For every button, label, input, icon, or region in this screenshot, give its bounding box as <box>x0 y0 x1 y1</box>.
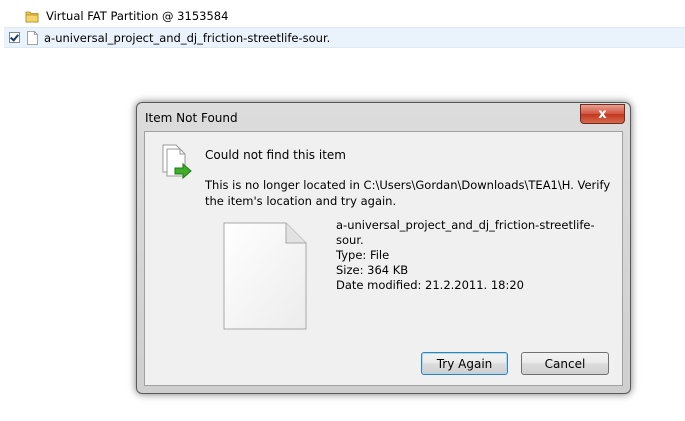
document-icon <box>223 222 307 330</box>
folder-icon <box>25 11 39 22</box>
document-arrow-icon <box>162 144 192 180</box>
dialog-content: Could not find this item This is no long… <box>144 131 623 386</box>
detail-file-name: a-universal_project_and_dj_friction-stre… <box>336 218 595 247</box>
dialog-titlebar[interactable]: Item Not Found x <box>137 103 630 133</box>
file-label: a-universal_project_and_dj_friction-stre… <box>44 30 331 45</box>
close-button[interactable]: x <box>580 104 625 124</box>
dialog-title: Item Not Found <box>145 111 238 125</box>
dialog-heading: Could not find this item <box>205 148 346 162</box>
try-again-button[interactable]: Try Again <box>421 352 508 375</box>
item-not-found-dialog: Item Not Found x Could not find this ite… <box>136 102 631 394</box>
detail-type: Type: File <box>336 248 390 262</box>
dialog-message: This is no longer located in C:\Users\Go… <box>205 178 611 208</box>
folder-label: Virtual FAT Partition @ 3153584 <box>46 9 229 23</box>
detail-date-modified: Date modified: 21.2.2011. 18:20 <box>336 278 525 292</box>
document-icon <box>27 30 38 45</box>
file-row[interactable]: a-universal_project_and_dj_friction-stre… <box>4 27 685 48</box>
detail-size: Size: 364 KB <box>336 263 409 277</box>
cancel-button[interactable]: Cancel <box>521 352 609 375</box>
close-icon: x <box>598 106 607 122</box>
file-details: a-universal_project_and_dj_friction-stre… <box>336 218 622 293</box>
file-checkbox[interactable] <box>9 32 20 43</box>
folder-row[interactable]: Virtual FAT Partition @ 3153584 <box>25 6 685 26</box>
